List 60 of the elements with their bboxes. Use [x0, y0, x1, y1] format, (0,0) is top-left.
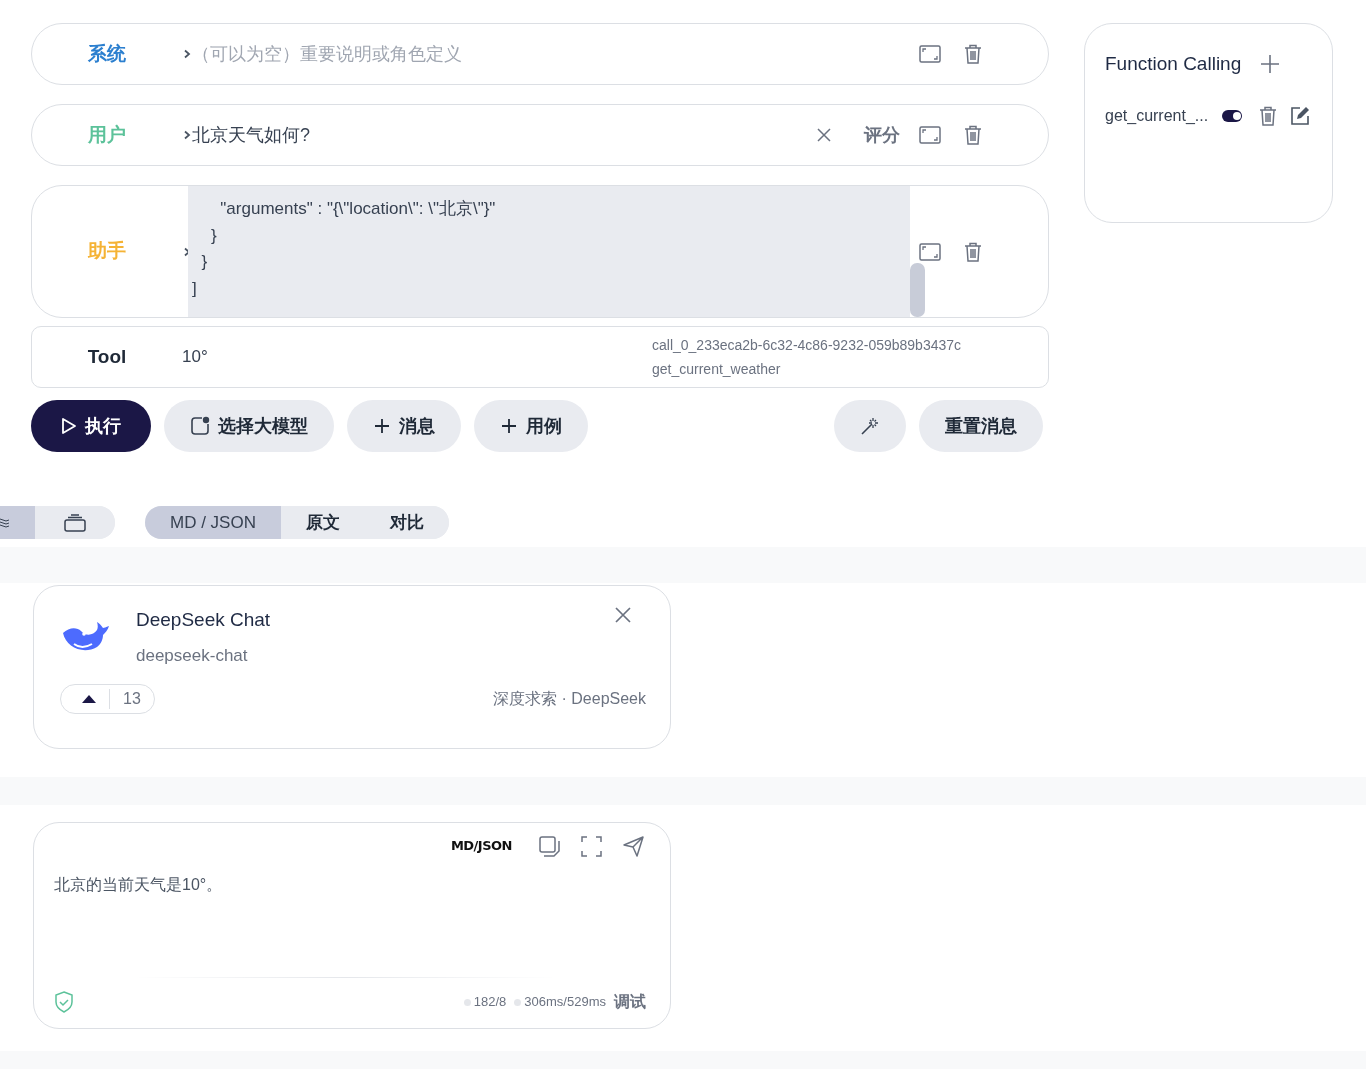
- send-button[interactable]: [620, 833, 646, 859]
- code-line: ]: [191, 277, 198, 300]
- plus-icon: [373, 417, 391, 435]
- magic-wand-icon: [860, 416, 880, 436]
- function-name: get_current_...: [1105, 105, 1209, 126]
- copy-button[interactable]: [536, 833, 562, 859]
- response-text: 北京的当前天气是10°。: [54, 875, 224, 895]
- code-line: }: [209, 224, 218, 247]
- tool-result-text: 10°: [182, 346, 209, 369]
- close-icon: [615, 607, 631, 623]
- function-name: get_current_weather: [652, 360, 782, 379]
- timing-stat: 306ms/529ms: [524, 993, 606, 1012]
- fullscreen-button[interactable]: [578, 833, 604, 859]
- rounded-square-icon: [190, 416, 210, 436]
- model-name: DeepSeek Chat: [136, 608, 271, 632]
- model-select-button[interactable]: 选择大模型: [164, 400, 334, 452]
- view-tab[interactable]: MD / JSON: [145, 506, 281, 539]
- expand-icon: [919, 45, 941, 63]
- plus-icon: [500, 417, 518, 435]
- debug-button[interactable]: 调试: [614, 990, 646, 1014]
- send-icon: [622, 835, 644, 857]
- toggle-switch[interactable]: [1222, 109, 1242, 122]
- triangle-up-icon: [81, 694, 97, 704]
- token-count: 182/8: [473, 993, 507, 1012]
- play-icon: [61, 417, 77, 435]
- expand-icon: [919, 242, 941, 261]
- message-text[interactable]: 北京天气如何?: [192, 121, 811, 149]
- chevron-icon: [182, 130, 192, 140]
- code-line: }: [200, 251, 209, 273]
- run-button[interactable]: 执行: [31, 400, 151, 452]
- upvote-button[interactable]: 13: [60, 684, 155, 714]
- role-label[interactable]: 系统: [32, 39, 182, 69]
- shield-check-icon: [54, 991, 74, 1013]
- call-id: call_0_233eca2b-6c32-4c86-9232-059b89b3437c: [652, 336, 962, 355]
- copy-icon: [538, 835, 560, 857]
- role-label[interactable]: Tool: [32, 342, 182, 372]
- status-dot: [463, 998, 471, 1006]
- score-button[interactable]: 评分: [864, 121, 900, 149]
- panel-title: Function Calling: [1105, 52, 1242, 76]
- plus-icon: [1260, 54, 1281, 75]
- trash-icon: [964, 125, 982, 145]
- trash-icon: [964, 241, 982, 262]
- add-button[interactable]: 用例: [474, 400, 588, 452]
- trash-icon: [1258, 105, 1277, 126]
- expand-icon: [919, 126, 941, 144]
- code-line: "arguments" : "{\"location\": \"北京\"}": [219, 198, 497, 220]
- model-id: deepseek-chat: [136, 644, 249, 667]
- vendor-label: 深度求索 · DeepSeek: [493, 689, 646, 709]
- edit-icon: [1289, 105, 1310, 126]
- add-button[interactable]: 消息: [347, 400, 461, 452]
- format-toggle[interactable]: MD/JSON: [450, 836, 512, 856]
- trash-icon: [964, 44, 982, 64]
- status-dot: [514, 998, 522, 1006]
- wave-lines-icon: [0, 516, 9, 529]
- chevron-icon: [182, 49, 192, 59]
- reset-messages-button[interactable]: 重置消息: [919, 400, 1043, 452]
- stack-icon: [64, 513, 86, 532]
- scrollbar-thumb[interactable]: [910, 263, 925, 317]
- fullscreen-icon: [580, 835, 602, 857]
- close-icon: [817, 128, 831, 142]
